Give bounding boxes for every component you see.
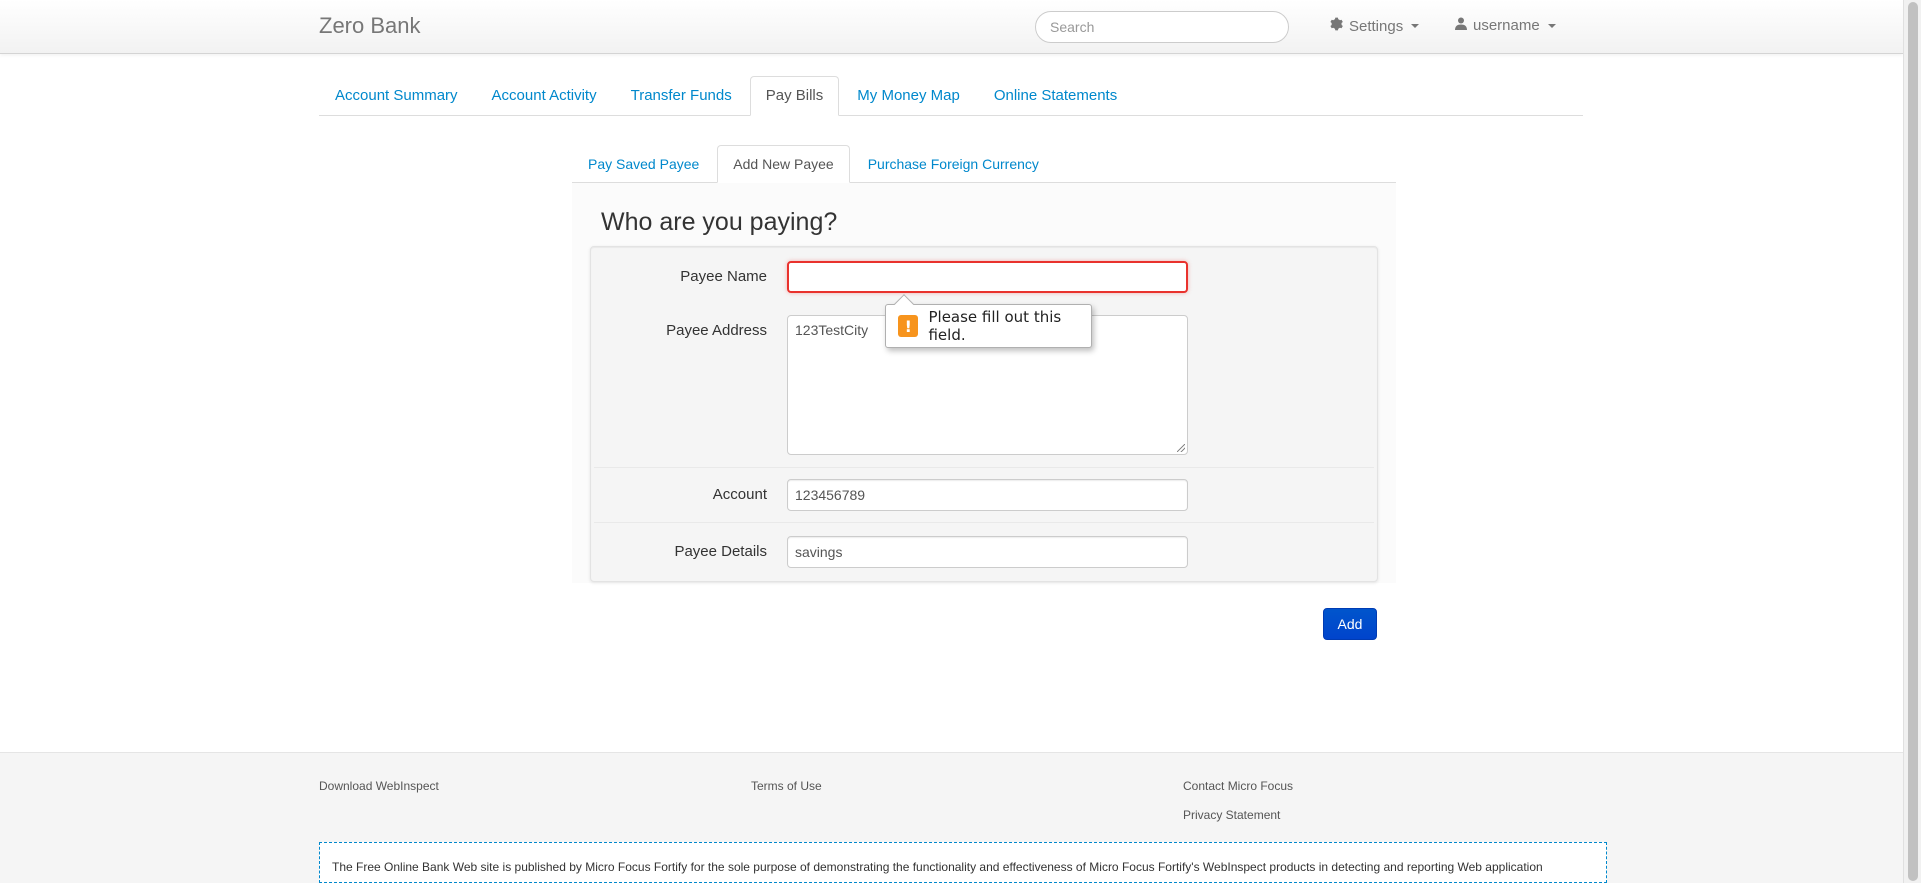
tab-pay-bills[interactable]: Pay Bills [749,76,840,116]
user-dropdown[interactable]: username [1455,17,1556,34]
disclaimer-text: The Free Online Bank Web site is publish… [332,860,1543,874]
settings-dropdown[interactable]: Settings [1329,17,1420,35]
tab-account-activity[interactable]: Account Activity [476,76,613,116]
validation-tooltip: ! Please fill out this field. [885,294,1092,348]
gear-icon [1329,17,1343,35]
validation-message: Please fill out this field. [928,308,1062,344]
payee-address-label: Payee Address [666,322,767,339]
account-input[interactable]: 123456789 [787,479,1188,511]
chevron-down-icon [1411,24,1420,28]
username-label: username [1473,17,1540,34]
payee-name-input[interactable] [787,261,1188,293]
main-tabs: Account Summary Account Activity Transfe… [319,76,1583,116]
account-label: Account [712,486,767,503]
vertical-scrollbar[interactable] [1903,0,1921,883]
terms-of-use-link[interactable]: Terms of Use [751,779,822,793]
top-navbar: Zero Bank Settings username [0,0,1903,54]
resize-handle-icon[interactable] [1177,444,1185,452]
download-webinspect-link[interactable]: Download WebInspect [319,779,439,793]
search-input[interactable] [1035,11,1289,43]
add-button[interactable]: Add [1323,608,1377,640]
privacy-statement-link[interactable]: Privacy Statement [1183,808,1280,822]
settings-label: Settings [1349,17,1404,35]
row-divider [594,467,1374,468]
payee-name-label: Payee Name [680,268,767,285]
tab-transfer-funds[interactable]: Transfer Funds [615,76,748,116]
page-title: Who are you paying? [601,208,838,236]
row-divider [594,522,1374,523]
tab-pay-saved-payee[interactable]: Pay Saved Payee [572,145,715,183]
contact-link[interactable]: Contact Micro Focus [1183,779,1293,793]
payee-details-input[interactable]: savings [787,536,1188,568]
tab-add-new-payee[interactable]: Add New Payee [717,145,850,183]
brand-logo[interactable]: Zero Bank [319,13,421,39]
user-icon [1455,17,1467,34]
pay-bills-subtabs: Pay Saved Payee Add New Payee Purchase F… [572,145,1396,183]
tab-online-statements[interactable]: Online Statements [978,76,1133,116]
tab-purchase-foreign-currency[interactable]: Purchase Foreign Currency [852,145,1055,183]
chevron-down-icon [1547,23,1556,28]
scrollbar-thumb[interactable] [1908,2,1918,881]
payee-details-label: Payee Details [674,543,767,560]
disclaimer-box: The Free Online Bank Web site is publish… [319,842,1607,883]
payee-address-value: 123TestCity [795,322,869,338]
tab-account-summary[interactable]: Account Summary [319,76,474,116]
tab-my-money-map[interactable]: My Money Map [841,76,976,116]
warning-icon: ! [898,315,919,337]
